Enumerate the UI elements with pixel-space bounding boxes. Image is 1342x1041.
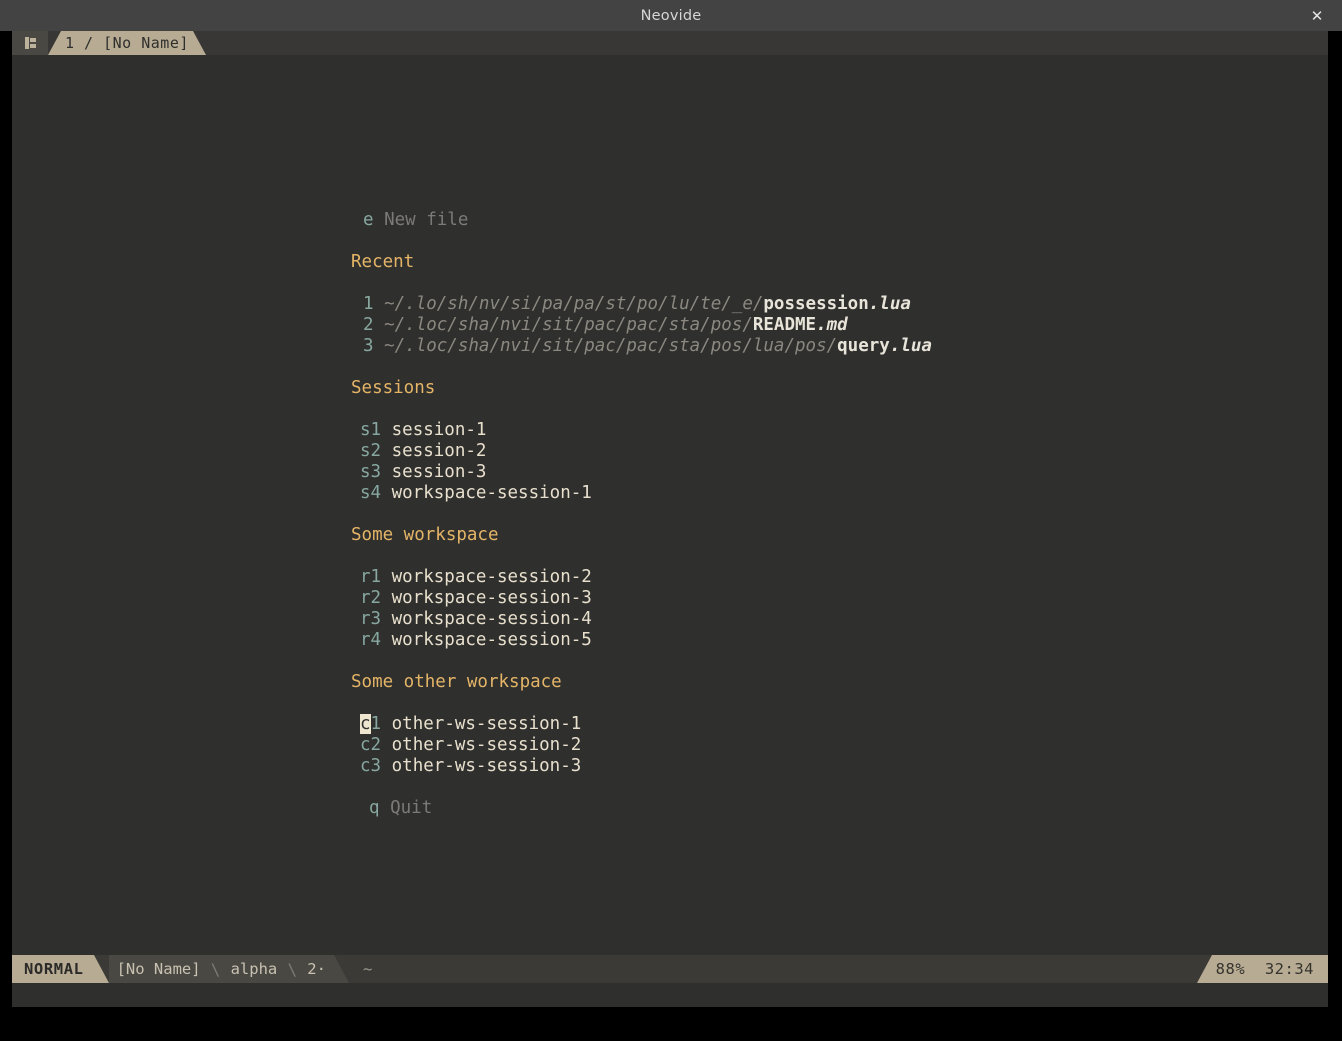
shortcut-key: r1 bbox=[360, 567, 382, 587]
session-label: other-ws-session-1 bbox=[391, 714, 582, 734]
session-row[interactable]: c2 other-ws-session-2 bbox=[360, 735, 581, 756]
session-row[interactable]: c3 other-ws-session-3 bbox=[360, 756, 581, 777]
shortcut-key: e bbox=[363, 210, 374, 230]
status-fill bbox=[382, 955, 1196, 983]
file-name: query bbox=[837, 336, 890, 356]
status-cursor-position: 32:34 bbox=[1264, 960, 1314, 978]
status-filetype[interactable]: alpha bbox=[222, 955, 286, 983]
shortcut-key: s1 bbox=[360, 420, 382, 440]
session-label: session-1 bbox=[391, 420, 487, 440]
shortcut-key: r3 bbox=[360, 609, 382, 629]
dashboard-item-label: Quit bbox=[390, 798, 433, 818]
session-row[interactable]: s3 session-3 bbox=[360, 462, 486, 483]
shortcut-key: s3 bbox=[360, 462, 382, 482]
recent-file-row[interactable]: 3 ~/.loc/sha/nvi/sit/pac/pac/sta/pos/lua… bbox=[363, 336, 932, 357]
status-separator-icon: \ bbox=[285, 955, 300, 983]
window-title: Neovide bbox=[640, 7, 702, 24]
shortcut-key: s2 bbox=[360, 441, 382, 461]
dashboard-item-new-file[interactable]: e New file bbox=[363, 210, 468, 231]
shortcut-key: r4 bbox=[360, 630, 382, 650]
status-right-separator-icon bbox=[1196, 955, 1212, 983]
session-row[interactable]: s1 session-1 bbox=[360, 420, 486, 441]
editor-area: 1 / [No Name] e New file Recent 1 ~/.lo/… bbox=[12, 31, 1328, 1007]
tab-separator-left-icon bbox=[48, 31, 61, 55]
session-label: session-2 bbox=[391, 441, 487, 461]
status-line-count[interactable]: 2· bbox=[299, 955, 334, 983]
command-line[interactable] bbox=[12, 983, 1328, 1007]
shortcut-key: q bbox=[369, 798, 380, 818]
dashboard-item-label: New file bbox=[384, 210, 469, 230]
shortcut-key: c3 bbox=[360, 756, 382, 776]
shortcut-key: s4 bbox=[360, 483, 382, 503]
recent-file-row[interactable]: 1 ~/.lo/sh/nv/si/pa/pa/st/po/lu/te/_e/po… bbox=[363, 294, 911, 315]
shortcut-key: 2 bbox=[363, 315, 374, 335]
status-cwd: ~ bbox=[362, 960, 373, 978]
file-name: README bbox=[752, 315, 817, 335]
session-label: session-3 bbox=[391, 462, 487, 482]
shortcut-key: c2 bbox=[360, 735, 382, 755]
status-file-name[interactable]: [No Name] bbox=[108, 955, 209, 983]
file-path: ~/.lo/sh/nv/si/pa/pa/st/po/lu/te/_e/ bbox=[384, 294, 764, 314]
session-row[interactable]: r3 workspace-session-4 bbox=[360, 609, 592, 630]
tab-active-buffer[interactable]: 1 / [No Name] bbox=[61, 31, 193, 55]
status-line: NORMAL [No Name] \ alpha \ 2· ~ 88% 32:3… bbox=[12, 955, 1328, 983]
neovide-window: Neovide ✕ 1 / [No Name] e New file Recen… bbox=[0, 0, 1342, 1041]
cursor-block: c bbox=[360, 714, 371, 734]
shortcut-key: r2 bbox=[360, 588, 382, 608]
session-label: workspace-session-1 bbox=[391, 483, 592, 503]
status-position: 88% 32:34 bbox=[1211, 955, 1328, 983]
file-extension: .md bbox=[816, 315, 848, 335]
shortcut-key: 3 bbox=[363, 336, 374, 356]
session-label: workspace-session-5 bbox=[391, 630, 592, 650]
close-icon[interactable]: ✕ bbox=[1302, 0, 1332, 31]
status-segment-end-icon bbox=[333, 955, 349, 983]
tabline-empty-space bbox=[205, 31, 1328, 55]
recent-file-row[interactable]: 2 ~/.loc/sha/nvi/sit/pac/pac/sta/pos/REA… bbox=[363, 315, 848, 336]
session-label: workspace-session-4 bbox=[391, 609, 592, 629]
tabline: 1 / [No Name] bbox=[12, 31, 1328, 55]
session-row[interactable]: r4 workspace-session-5 bbox=[360, 630, 592, 651]
file-path: ~/.loc/sha/nvi/sit/pac/pac/sta/pos/ bbox=[384, 315, 753, 335]
section-header-some-workspace: Some workspace bbox=[351, 525, 499, 545]
neovim-logo-icon bbox=[12, 31, 48, 55]
status-separator-icon: \ bbox=[208, 955, 223, 983]
file-extension: .lua bbox=[868, 294, 911, 314]
session-row[interactable]: s4 workspace-session-1 bbox=[360, 483, 592, 504]
status-percent: 88% bbox=[1215, 960, 1246, 978]
session-row[interactable]: s2 session-2 bbox=[360, 441, 486, 462]
file-name: possession bbox=[763, 294, 869, 314]
file-path: ~/.loc/sha/nvi/sit/pac/pac/sta/pos/lua/p… bbox=[384, 336, 838, 356]
session-row-cursor[interactable]: c1 other-ws-session-1 bbox=[360, 714, 581, 735]
session-label: workspace-session-2 bbox=[391, 567, 592, 587]
session-label: other-ws-session-2 bbox=[391, 735, 582, 755]
status-mode-separator-icon bbox=[93, 955, 109, 983]
session-label: other-ws-session-3 bbox=[391, 756, 582, 776]
section-header-recent: Recent bbox=[351, 252, 415, 272]
shortcut-key: 1 bbox=[363, 294, 374, 314]
shortcut-key: 1 bbox=[370, 714, 382, 734]
title-bar: Neovide ✕ bbox=[0, 0, 1342, 31]
dashboard-item-quit[interactable]: q Quit bbox=[369, 798, 432, 819]
tab-separator-right-icon bbox=[192, 31, 206, 55]
section-header-sessions: Sessions bbox=[351, 378, 436, 398]
session-label: workspace-session-3 bbox=[391, 588, 592, 608]
file-extension: .lua bbox=[889, 336, 932, 356]
session-row[interactable]: r1 workspace-session-2 bbox=[360, 567, 592, 588]
alpha-dashboard: e New file Recent 1 ~/.lo/sh/nv/si/pa/pa… bbox=[12, 55, 1328, 983]
status-mode: NORMAL bbox=[12, 955, 94, 983]
session-row[interactable]: r2 workspace-session-3 bbox=[360, 588, 592, 609]
section-header-some-other-workspace: Some other workspace bbox=[351, 672, 562, 692]
